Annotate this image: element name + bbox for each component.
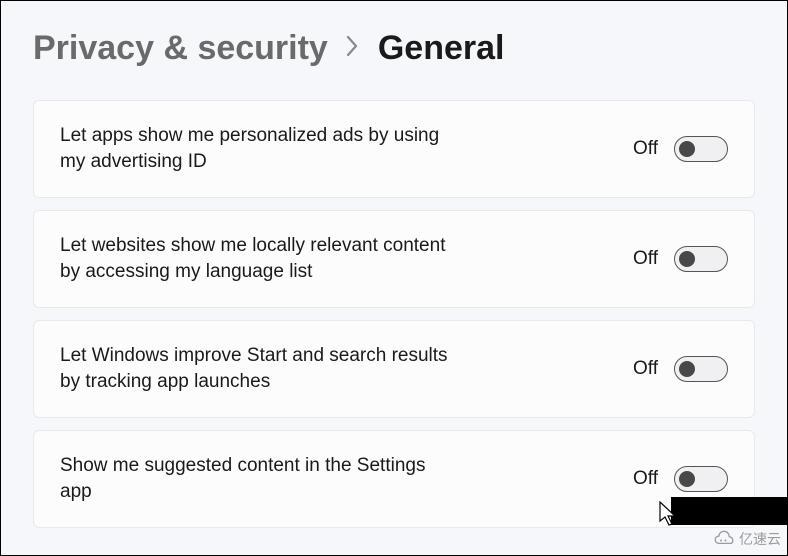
toggle-switch[interactable] bbox=[674, 246, 728, 272]
settings-list: Let apps show me personalized ads by usi… bbox=[1, 86, 787, 528]
breadcrumb-current: General bbox=[378, 29, 505, 68]
toggle-knob bbox=[679, 251, 695, 267]
toggle-status: Off bbox=[633, 358, 658, 380]
control-group: Off bbox=[633, 246, 728, 272]
toggle-switch[interactable] bbox=[674, 466, 728, 492]
toggle-status: Off bbox=[633, 468, 658, 490]
setting-row-language-list[interactable]: Let websites show me locally relevant co… bbox=[33, 210, 755, 308]
toggle-switch[interactable] bbox=[674, 356, 728, 382]
toggle-knob bbox=[679, 361, 695, 377]
control-group: Off bbox=[633, 466, 728, 492]
setting-row-app-launches[interactable]: Let Windows improve Start and search res… bbox=[33, 320, 755, 418]
toggle-status: Off bbox=[633, 248, 658, 270]
toggle-switch[interactable] bbox=[674, 136, 728, 162]
control-group: Off bbox=[633, 136, 728, 162]
watermark-label: 亿速云 bbox=[739, 529, 781, 549]
toggle-status: Off bbox=[633, 138, 658, 160]
watermark: 亿速云 bbox=[713, 529, 781, 549]
toggle-knob bbox=[679, 471, 695, 487]
setting-label: Let Windows improve Start and search res… bbox=[60, 343, 450, 394]
breadcrumb-parent[interactable]: Privacy & security bbox=[33, 29, 328, 68]
setting-row-advertising-id[interactable]: Let apps show me personalized ads by usi… bbox=[33, 100, 755, 198]
watermark-bar bbox=[671, 497, 787, 525]
toggle-knob bbox=[679, 141, 695, 157]
setting-row-suggested-content[interactable]: Show me suggested content in the Setting… bbox=[33, 430, 755, 528]
setting-label: Let websites show me locally relevant co… bbox=[60, 233, 450, 284]
control-group: Off bbox=[633, 356, 728, 382]
setting-label: Let apps show me personalized ads by usi… bbox=[60, 123, 450, 174]
setting-label: Show me suggested content in the Setting… bbox=[60, 453, 450, 504]
breadcrumb: Privacy & security General bbox=[1, 1, 787, 86]
cloud-icon bbox=[713, 530, 735, 548]
chevron-right-icon bbox=[346, 35, 360, 63]
